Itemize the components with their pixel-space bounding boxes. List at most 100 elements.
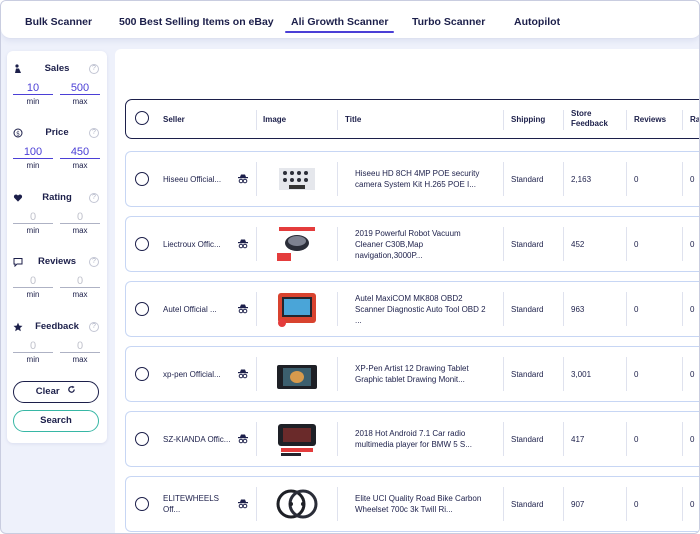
reviews-value: 0 — [634, 369, 639, 379]
product-title[interactable]: Autel MaxiCOM MK808 OBD2 Scanner Diagnos… — [355, 282, 486, 336]
table-header: Seller Image Title Shipping Store Feedba… — [125, 99, 699, 139]
table-row[interactable]: Hiseeu Official... Hiseeu HD 8CH 4MP POE… — [125, 151, 699, 207]
product-image[interactable] — [275, 225, 319, 263]
help-icon[interactable]: ? — [89, 193, 99, 203]
seller-name[interactable]: Hiseeu Official... — [163, 152, 221, 206]
rating-max-input[interactable]: 0 — [60, 210, 100, 224]
clear-label: Clear — [35, 386, 60, 398]
rating-value: 0 — [690, 369, 695, 379]
seller-name[interactable]: Liectroux Offic... — [163, 217, 221, 271]
rating-min-input[interactable]: 0 — [13, 210, 53, 224]
title-line: navigation,3000P... — [355, 250, 423, 260]
store-feedback-value: 907 — [571, 499, 585, 509]
tab-bulk-scanner[interactable]: Bulk Scanner — [25, 1, 92, 39]
reviews-max-label: max — [72, 290, 88, 299]
store-feedback-value: 3,001 — [571, 369, 592, 379]
product-title[interactable]: 2018 Hot Android 7.1 Car radio multimedi… — [355, 412, 472, 466]
filter-rating: Rating ? 0 0 min max — [7, 192, 107, 252]
help-icon[interactable]: ? — [89, 257, 99, 267]
spy-icon[interactable] — [237, 174, 249, 184]
tab-500-best-selling[interactable]: 500 Best Selling Items on eBay — [119, 1, 274, 39]
column-image[interactable]: Image — [263, 100, 286, 138]
spy-icon[interactable] — [237, 499, 249, 509]
sales-min-input[interactable]: 10 — [13, 81, 53, 95]
row-select-radio[interactable] — [135, 172, 149, 186]
column-shipping[interactable]: Shipping — [511, 100, 545, 138]
shipping-value: Standard — [511, 239, 544, 249]
reviews-value: 0 — [634, 499, 639, 509]
title-line: Elite UCI Quality Road Bike Carbon — [355, 494, 482, 503]
seller-name[interactable]: ELITEWHEELS Off... — [163, 477, 219, 531]
product-image[interactable] — [275, 355, 319, 393]
price-min-input[interactable]: 100 — [13, 145, 53, 159]
shipping-value: Standard — [511, 304, 544, 314]
rating-value: 0 — [690, 304, 695, 314]
price-max-input[interactable]: 450 — [60, 145, 100, 159]
search-button[interactable]: Search — [13, 410, 99, 432]
row-select-radio[interactable] — [135, 497, 149, 511]
select-all-radio[interactable] — [135, 111, 149, 125]
tab-ali-growth-scanner[interactable]: Ali Growth Scanner — [284, 1, 395, 39]
rating-max-label: max — [72, 226, 88, 235]
column-seller[interactable]: Seller — [163, 100, 185, 138]
seller-name[interactable]: xp-pen Official... — [163, 347, 221, 401]
column-reviews[interactable]: Reviews — [634, 100, 666, 138]
sales-min-label: min — [26, 97, 40, 106]
store-feedback-line2: Feedback — [571, 119, 608, 128]
store-feedback-value: 963 — [571, 304, 585, 314]
table-row[interactable]: ELITEWHEELS Off... Elite UCI Quality Roa… — [125, 476, 699, 532]
spy-icon[interactable] — [237, 434, 249, 444]
row-select-radio[interactable] — [135, 302, 149, 316]
reviews-value: 0 — [634, 434, 639, 444]
title-line: camera System Kit H.265 POE I... — [355, 180, 476, 189]
spy-icon[interactable] — [237, 304, 249, 314]
shipping-value: Standard — [511, 174, 544, 184]
table-row[interactable]: Liectroux Offic... 2019 Powerful Robot V… — [125, 216, 699, 272]
feedback-min-input[interactable]: 0 — [13, 339, 53, 353]
product-title[interactable]: Hiseeu HD 8CH 4MP POE security camera Sy… — [355, 152, 479, 206]
product-image[interactable] — [275, 290, 319, 328]
spy-icon[interactable] — [237, 239, 249, 249]
tab-turbo-scanner[interactable]: Turbo Scanner — [412, 1, 485, 39]
title-line: 2019 Powerful Robot Vacuum — [355, 228, 461, 238]
reviews-max-input[interactable]: 0 — [60, 274, 100, 288]
table-row[interactable]: xp-pen Official... XP-Pen Artist 12 Draw… — [125, 346, 699, 402]
product-image[interactable] — [275, 420, 319, 458]
spy-icon[interactable] — [237, 369, 249, 379]
row-select-radio[interactable] — [135, 367, 149, 381]
column-title[interactable]: Title — [345, 100, 361, 138]
title-line: Cleaner C30B,Map — [355, 239, 424, 249]
rating-value: 0 — [690, 239, 695, 249]
reviews-min-label: min — [26, 290, 40, 299]
row-select-radio[interactable] — [135, 432, 149, 446]
rating-value: 0 — [690, 434, 695, 444]
product-image[interactable] — [275, 485, 319, 523]
help-icon[interactable]: ? — [89, 322, 99, 332]
filter-reviews: Reviews ? 0 0 min max — [7, 256, 107, 316]
title-line: ... — [355, 315, 362, 325]
column-store-feedback[interactable]: Store Feedback — [571, 100, 608, 138]
filter-price: $ Price ? 100 450 min max — [7, 127, 107, 187]
seller-name[interactable]: SZ-KIANDA Offic... — [163, 412, 230, 466]
product-title[interactable]: XP-Pen Artist 12 Drawing Tablet Graphic … — [355, 347, 469, 401]
app-window: Bulk Scanner 500 Best Selling Items on e… — [0, 0, 700, 534]
sales-max-label: max — [72, 97, 88, 106]
seller-name[interactable]: Autel Official ... — [163, 282, 217, 336]
product-image[interactable] — [275, 160, 319, 198]
refresh-icon — [67, 382, 76, 401]
clear-button[interactable]: Clear — [13, 381, 99, 403]
help-icon[interactable]: ? — [89, 128, 99, 138]
filter-sales: Sales ? 10 500 min max — [7, 63, 107, 123]
tab-autopilot[interactable]: Autopilot — [514, 1, 560, 39]
title-line: Wheelset 700c 3k Twill Ri... — [355, 505, 453, 514]
product-title[interactable]: Elite UCI Quality Road Bike Carbon Wheel… — [355, 477, 481, 531]
column-rating[interactable]: Ra — [690, 100, 699, 138]
row-select-radio[interactable] — [135, 237, 149, 251]
table-row[interactable]: Autel Official ... Autel MaxiCOM MK808 O… — [125, 281, 699, 337]
feedback-max-input[interactable]: 0 — [60, 339, 100, 353]
help-icon[interactable]: ? — [89, 64, 99, 74]
sales-max-input[interactable]: 500 — [60, 81, 100, 95]
table-row[interactable]: SZ-KIANDA Offic... 2018 Hot Android 7.1 … — [125, 411, 699, 467]
product-title[interactable]: 2019 Powerful Robot Vacuum Cleaner C30B,… — [355, 217, 461, 271]
reviews-min-input[interactable]: 0 — [13, 274, 53, 288]
